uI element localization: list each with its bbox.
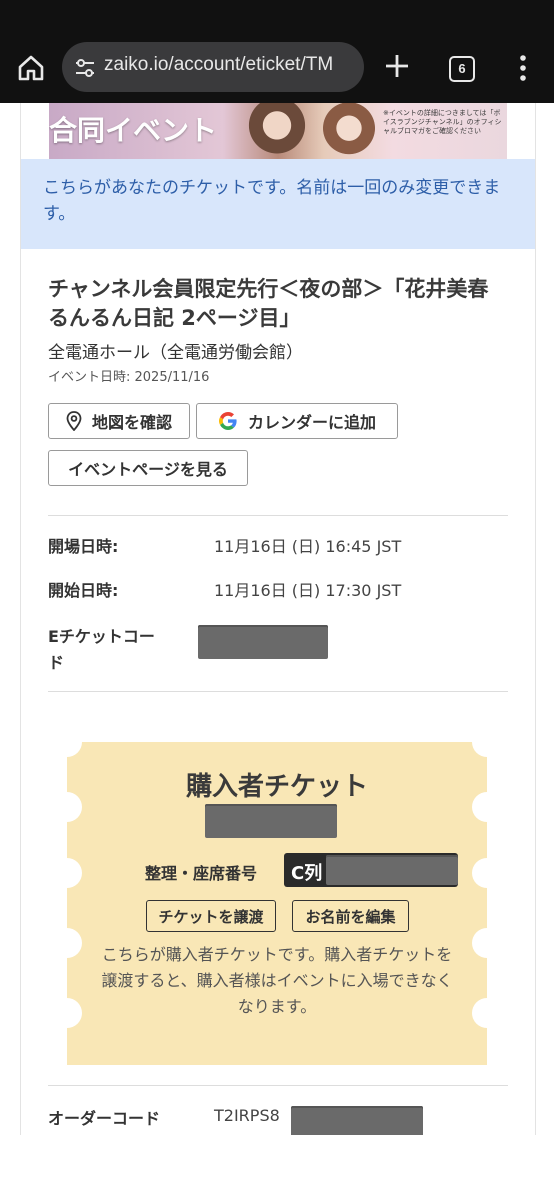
event-title: チャンネル会員限定先行＜夜の部＞「花井美春 るんるん日記 2ページ目」 [48,277,489,330]
tab-switcher-button[interactable]: 6 [449,56,475,82]
redacted-seat-number [326,855,458,885]
add-to-calendar-button[interactable]: カレンダーに追加 [196,403,398,439]
banner-person-right [317,103,381,159]
ticket-notch [52,998,82,1028]
new-tab-icon[interactable] [384,53,410,79]
event-page-button[interactable]: イベントページを見る [48,450,248,486]
open-time-label: 開場日時: [48,537,119,556]
open-time-value: 11月16日 (日) 16:45 JST [214,537,402,556]
ticket-title: 購入者チケット [185,772,368,802]
location-pin-icon [66,411,82,431]
ticket-notch [472,998,502,1028]
eticket-code-label: Eチケットコード [48,627,155,672]
order-code-label: オーダーコード [48,1109,161,1128]
buyer-ticket-card: 購入者チケット 整理・座席番号 C列 チケットを譲渡 お名前を編集 こちらが購入… [52,727,502,1065]
divider [48,1085,508,1086]
google-icon [218,412,237,430]
url-text[interactable]: zaiko.io/account/eticket/TM [104,54,359,76]
transfer-ticket-button[interactable]: チケットを譲渡 [146,900,276,932]
redacted-buyer-name [205,804,337,838]
seat-number-label: 整理・座席番号 [145,864,258,883]
divider [48,691,508,692]
ticket-notch [472,727,502,757]
home-icon[interactable] [17,54,45,82]
ticket-notch [472,858,502,888]
ticket-description: こちらが購入者チケットです。購入者チケットを譲渡すると、購入者様はイベントに入場… [101,945,453,1016]
banner-note: ※イベントの詳細につきましては「ボイスラブンジチャンネル」のオフィシャルブロマガ… [383,109,502,135]
ticket-notch [472,928,502,958]
edit-name-button[interactable]: お名前を編集 [292,900,409,932]
site-settings-icon[interactable] [74,57,96,79]
order-code-value: T2IRPS8 [214,1106,280,1125]
divider [48,515,508,516]
redacted-eticket-code [198,625,328,659]
more-menu-icon[interactable] [518,54,528,82]
ticket-notch [52,928,82,958]
map-button[interactable]: 地図を確認 [48,403,190,439]
seat-number-badge: C列 [284,853,458,887]
seat-row: C列 [291,863,323,884]
banner-title: 合同イベント [49,114,218,147]
ticket-notch [52,858,82,888]
event-page-button-label: イベントページを見る [68,460,228,479]
start-time-value: 11月16日 (日) 17:30 JST [214,581,402,600]
banner-person-left [245,103,309,159]
address-bar[interactable]: zaiko.io/account/eticket/TM [62,42,364,92]
browser-toolbar: zaiko.io/account/eticket/TM 6 [0,0,554,103]
ticket-notch [52,727,82,757]
map-button-label: 地図を確認 [91,413,172,432]
event-date: イベント日時: 2025/11/16 [48,370,210,385]
notice-text: こちらがあなたのチケットです。名前は一回のみ変更できます。 [43,178,501,224]
notice-box: こちらがあなたのチケットです。名前は一回のみ変更できます。 [21,159,535,249]
start-time-label: 開始日時: [48,581,119,600]
page-bottom [0,1135,554,1200]
event-banner-image: 合同イベント ※イベントの詳細につきましては「ボイスラブンジチャンネル」のオフィ… [49,103,507,159]
venue-name: 全電通ホール（全電通労働会館） [48,343,303,363]
calendar-button-label: カレンダーに追加 [247,413,376,432]
